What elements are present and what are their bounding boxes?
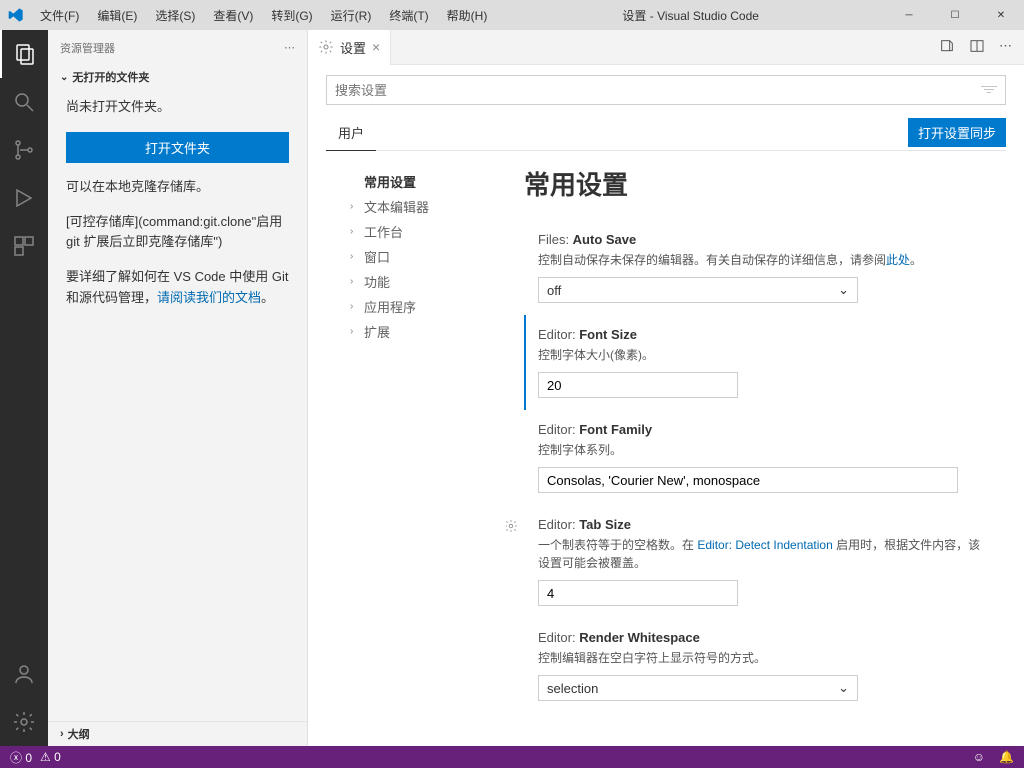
maximize-button[interactable]: ☐ [932, 0, 978, 30]
split-editor-icon[interactable] [969, 38, 985, 57]
sidebar-title: 资源管理器 [60, 40, 115, 56]
editor-more-icon[interactable]: ⋯ [999, 38, 1012, 57]
tab-close-icon[interactable]: × [372, 39, 380, 55]
setting-font-family: Editor: Font Family 控制字体系列。 [524, 410, 988, 505]
settings-heading: 常用设置 [524, 165, 988, 202]
menu-help[interactable]: 帮助(H) [439, 3, 496, 28]
settings-sync-button[interactable]: 打开设置同步 [908, 118, 1006, 147]
outline-section[interactable]: › 大纲 [48, 721, 307, 746]
titlebar: 文件(F) 编辑(E) 选择(S) 查看(V) 转到(G) 运行(R) 终端(T… [0, 0, 1024, 30]
sidebar-section-title[interactable]: ⌄ 无打开的文件夹 [48, 65, 307, 89]
close-button[interactable]: ✕ [978, 0, 1024, 30]
window-title: 设置 - Visual Studio Code [495, 7, 886, 24]
activitybar [0, 30, 48, 746]
menu-terminal[interactable]: 终端(T) [381, 3, 436, 28]
notifications-icon[interactable]: 🔔 [999, 750, 1014, 764]
render-whitespace-select[interactable]: selection⌄ [538, 675, 858, 701]
menubar: 文件(F) 编辑(E) 选择(S) 查看(V) 转到(G) 运行(R) 终端(T… [32, 3, 495, 28]
auto-save-select[interactable]: off⌄ [538, 277, 858, 303]
toc-application[interactable]: ›应用程序 [350, 294, 506, 319]
statusbar: ⓧ 0 ⚠ 0 ☺ 🔔 [0, 746, 1024, 768]
filter-icon[interactable] [981, 84, 997, 96]
chevron-down-icon: ⌄ [60, 72, 68, 83]
settings-search[interactable] [326, 75, 1006, 105]
status-warnings[interactable]: ⚠ 0 [40, 750, 61, 764]
no-folder-msg: 尚未打开文件夹。 [66, 97, 289, 118]
open-json-icon[interactable] [939, 38, 955, 57]
menu-go[interactable]: 转到(G) [263, 3, 320, 28]
editor-area: 设置 × ⋯ 用户 打开设置同步 常用设置 [308, 30, 1024, 746]
settings-list: 常用设置 Files: Auto Save 控制自动保存未保存的编辑器。有关自动… [506, 151, 1006, 746]
minimize-button[interactable]: ─ [886, 0, 932, 30]
menu-file[interactable]: 文件(F) [32, 3, 87, 28]
menu-view[interactable]: 查看(V) [205, 3, 261, 28]
run-debug-icon[interactable] [0, 174, 48, 222]
font-size-input[interactable] [538, 372, 738, 398]
tab-settings[interactable]: 设置 × [308, 30, 391, 65]
toc-common[interactable]: 常用设置 [350, 169, 506, 194]
menu-run[interactable]: 运行(R) [323, 3, 380, 28]
setting-auto-save: Files: Auto Save 控制自动保存未保存的编辑器。有关自动保存的详细… [524, 220, 988, 315]
toc-workbench[interactable]: ›工作台 [350, 219, 506, 244]
scope-tab-user[interactable]: 用户 [326, 115, 376, 151]
tab-size-input[interactable] [538, 580, 738, 606]
settings-tab-icon [318, 39, 334, 55]
vscode-logo-icon [8, 7, 24, 23]
open-folder-button[interactable]: 打开文件夹 [66, 132, 289, 163]
chevron-down-icon: ⌄ [838, 680, 849, 696]
chevron-right-icon: › [60, 728, 64, 740]
git-doc-link[interactable]: 请阅读我们的文档 [157, 290, 261, 305]
sidebar-more-icon[interactable]: ⋯ [284, 41, 295, 54]
chevron-down-icon: ⌄ [838, 282, 849, 298]
toc-features[interactable]: ›功能 [350, 269, 506, 294]
source-control-icon[interactable] [0, 126, 48, 174]
clone-msg: 可以在本地克隆存储库。 [66, 177, 289, 198]
status-errors[interactable]: ⓧ 0 [10, 749, 32, 766]
setting-font-size: Editor: Font Size 控制字体大小(像素)。 [524, 315, 988, 410]
accounts-icon[interactable] [0, 650, 48, 698]
settings-search-input[interactable] [335, 83, 981, 98]
explorer-sidebar: 资源管理器 ⋯ ⌄ 无打开的文件夹 尚未打开文件夹。 打开文件夹 可以在本地克隆… [48, 30, 308, 746]
detect-indentation-link[interactable]: Editor: Detect Indentation [697, 538, 832, 552]
setting-gear-icon[interactable] [506, 519, 518, 536]
toc-text-editor[interactable]: ›文本编辑器 [350, 194, 506, 219]
menu-selection[interactable]: 选择(S) [147, 3, 203, 28]
search-icon[interactable] [0, 78, 48, 126]
explorer-icon[interactable] [0, 30, 48, 78]
manage-gear-icon[interactable] [0, 698, 48, 746]
extensions-icon[interactable] [0, 222, 48, 270]
git-doc-msg: 要详细了解如何在 VS Code 中使用 Git 和源代码管理，请阅读我们的文档… [66, 267, 289, 309]
toc-extensions[interactable]: ›扩展 [350, 319, 506, 344]
auto-save-doc-link[interactable]: 此处 [886, 253, 910, 267]
menu-edit[interactable]: 编辑(E) [89, 3, 145, 28]
toc-window[interactable]: ›窗口 [350, 244, 506, 269]
settings-toc: 常用设置 ›文本编辑器 ›工作台 ›窗口 ›功能 ›应用程序 ›扩展 [326, 151, 506, 746]
clone-command-msg: [可控存储库](command:git.clone"启用 git 扩展后立即克隆… [66, 212, 289, 254]
setting-tab-size: Editor: Tab Size 一个制表符等于的空格数。在 Editor: D… [524, 505, 988, 618]
feedback-icon[interactable]: ☺ [973, 750, 985, 764]
font-family-input[interactable] [538, 467, 958, 493]
setting-render-whitespace: Editor: Render Whitespace 控制编辑器在空白字符上显示符… [524, 618, 988, 713]
